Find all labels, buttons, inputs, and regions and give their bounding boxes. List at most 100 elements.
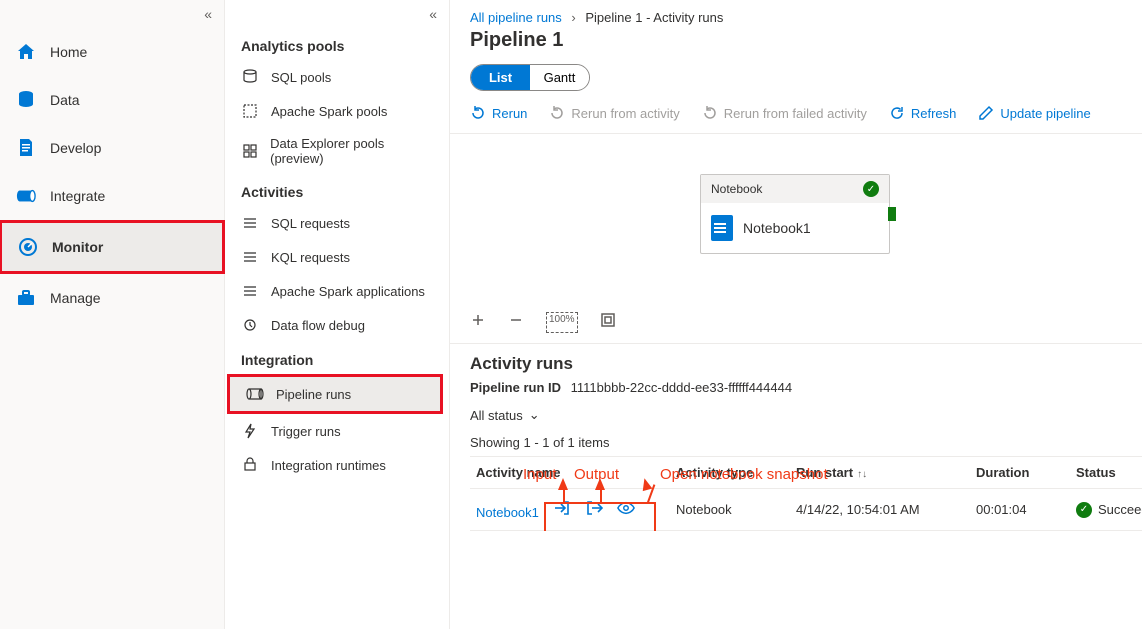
trigger-runs-icon bbox=[241, 422, 259, 440]
monitor-subpanel: « Analytics pools SQL pools Apache Spark… bbox=[225, 0, 450, 629]
document-icon bbox=[16, 138, 36, 158]
sub-item-integration-runtimes[interactable]: Integration runtimes bbox=[225, 448, 449, 482]
view-toggle: List Gantt bbox=[470, 64, 590, 91]
sub-item-sql-requests[interactable]: SQL requests bbox=[225, 206, 449, 240]
output-handle[interactable] bbox=[888, 207, 896, 221]
col-activity-type[interactable]: Activity type bbox=[670, 457, 790, 489]
sub-item-spark-apps[interactable]: Apache Spark applications bbox=[225, 274, 449, 308]
sub-item-label: KQL requests bbox=[271, 250, 350, 265]
activity-node-header: Notebook ✓ bbox=[701, 175, 889, 203]
pipeline-canvas[interactable]: Notebook ✓ Notebook1 100% bbox=[450, 134, 1142, 344]
home-icon bbox=[16, 42, 36, 62]
subpanel-heading: Analytics pools bbox=[225, 28, 449, 60]
col-run-start[interactable]: Run start↑↓ bbox=[790, 457, 970, 489]
breadcrumb: All pipeline runs › Pipeline 1 - Activit… bbox=[450, 0, 1142, 25]
status-success-icon: ✓ bbox=[863, 181, 879, 197]
sub-item-pipeline-runs[interactable]: Pipeline runs bbox=[227, 374, 443, 414]
activity-name-link[interactable]: Notebook1 bbox=[476, 505, 539, 520]
nav-item-develop[interactable]: Develop bbox=[0, 124, 224, 172]
nav-item-data[interactable]: Data bbox=[0, 76, 224, 124]
nav-label: Home bbox=[50, 44, 87, 60]
breadcrumb-root[interactable]: All pipeline runs bbox=[470, 10, 562, 25]
activity-runs-table: Activity name Activity type Run start↑↓ … bbox=[470, 456, 1142, 531]
pipeline-runs-icon bbox=[246, 385, 264, 403]
toolbar: Rerun Rerun from activity Rerun from fai… bbox=[450, 99, 1142, 134]
status-filter-dropdown[interactable]: All status ⌄ bbox=[470, 407, 540, 423]
toolbar-label: Refresh bbox=[911, 106, 957, 121]
sub-item-label: Pipeline runs bbox=[276, 387, 351, 402]
refresh-icon bbox=[889, 105, 905, 121]
toolbar-label: Update pipeline bbox=[1000, 106, 1090, 121]
col-duration[interactable]: Duration bbox=[970, 457, 1070, 489]
toolbar-label: Rerun from failed activity bbox=[724, 106, 867, 121]
toolbar-label: Rerun bbox=[492, 106, 527, 121]
runid-label: Pipeline run ID bbox=[470, 380, 561, 395]
chevron-down-icon: ⌄ bbox=[529, 407, 540, 423]
sub-item-label: Apache Spark applications bbox=[271, 284, 425, 299]
breadcrumb-current: Pipeline 1 - Activity runs bbox=[585, 10, 723, 25]
spark-pools-icon bbox=[241, 102, 259, 120]
rerun-activity-icon bbox=[549, 105, 565, 121]
page-title: Pipeline 1 bbox=[450, 25, 1142, 62]
nav-item-home[interactable]: Home bbox=[0, 28, 224, 76]
activity-node-notebook[interactable]: Notebook ✓ Notebook1 bbox=[700, 174, 890, 254]
sub-item-trigger-runs[interactable]: Trigger runs bbox=[225, 414, 449, 448]
subpanel-collapse-button[interactable]: « bbox=[417, 0, 449, 28]
status-success-icon: ✓ bbox=[1076, 502, 1092, 518]
rerun-failed-button: Rerun from failed activity bbox=[702, 105, 867, 121]
activity-runs-title: Activity runs bbox=[470, 354, 1122, 374]
activity-name-label: Notebook1 bbox=[743, 220, 811, 236]
sub-item-dataflow-debug[interactable]: Data flow debug bbox=[225, 308, 449, 342]
sort-icon: ↑↓ bbox=[857, 469, 867, 480]
nav-label: Integrate bbox=[50, 188, 105, 204]
view-toggle-gantt[interactable]: Gantt bbox=[530, 65, 589, 90]
snapshot-icon[interactable] bbox=[617, 499, 635, 517]
cell-activity-type: Notebook bbox=[670, 489, 790, 531]
sub-item-data-explorer-pools[interactable]: Data Explorer pools (preview) bbox=[225, 128, 449, 174]
sub-item-label: Data Explorer pools (preview) bbox=[270, 136, 433, 166]
status-label: Succeeded bbox=[1098, 502, 1142, 517]
update-pipeline-button[interactable]: Update pipeline bbox=[978, 105, 1090, 121]
nav-item-manage[interactable]: Manage bbox=[0, 274, 224, 322]
sub-item-label: Trigger runs bbox=[271, 424, 341, 439]
rerun-button[interactable]: Rerun bbox=[470, 105, 527, 121]
nav-item-monitor[interactable]: Monitor bbox=[0, 220, 225, 274]
result-count: Showing 1 - 1 of 1 items bbox=[470, 435, 1122, 450]
sql-pools-icon bbox=[241, 68, 259, 86]
zoom-in-button[interactable] bbox=[470, 312, 486, 333]
zoom-out-button[interactable] bbox=[508, 312, 524, 333]
nav-label: Develop bbox=[50, 140, 101, 156]
col-status[interactable]: Status bbox=[1070, 457, 1142, 489]
toolbar-label: Rerun from activity bbox=[571, 106, 679, 121]
row-action-icons bbox=[553, 499, 635, 517]
nav-item-integrate[interactable]: Integrate bbox=[0, 172, 224, 220]
refresh-button[interactable]: Refresh bbox=[889, 105, 957, 121]
rerun-failed-icon bbox=[702, 105, 718, 121]
database-icon bbox=[16, 90, 36, 110]
monitor-icon bbox=[18, 237, 38, 257]
nav-collapse-button[interactable]: « bbox=[192, 0, 224, 28]
sub-item-kql-requests[interactable]: KQL requests bbox=[225, 240, 449, 274]
dataflow-debug-icon bbox=[241, 316, 259, 334]
activity-node-body: Notebook1 bbox=[701, 203, 889, 253]
data-explorer-icon bbox=[241, 142, 258, 160]
spark-apps-icon bbox=[241, 282, 259, 300]
cell-duration: 00:01:04 bbox=[970, 489, 1070, 531]
sub-item-label: Integration runtimes bbox=[271, 458, 386, 473]
sub-item-spark-pools[interactable]: Apache Spark pools bbox=[225, 94, 449, 128]
zoom-reset-button[interactable]: 100% bbox=[546, 312, 578, 333]
zoom-fit-button[interactable] bbox=[600, 312, 616, 333]
rerun-activity-button: Rerun from activity bbox=[549, 105, 679, 121]
nav-label: Manage bbox=[50, 290, 101, 306]
breadcrumb-separator: › bbox=[571, 10, 575, 25]
sub-item-sql-pools[interactable]: SQL pools bbox=[225, 60, 449, 94]
pipeline-run-id: Pipeline run ID 1111bbbb-22cc-dddd-ee33-… bbox=[470, 380, 1122, 395]
nav-label: Monitor bbox=[52, 239, 103, 255]
sub-item-label: Data flow debug bbox=[271, 318, 365, 333]
kql-requests-icon bbox=[241, 248, 259, 266]
edit-icon bbox=[978, 105, 994, 121]
view-toggle-list[interactable]: List bbox=[471, 65, 530, 90]
pipeline-icon bbox=[16, 186, 36, 206]
table-header-row: Activity name Activity type Run start↑↓ … bbox=[470, 457, 1142, 489]
subpanel-heading: Activities bbox=[225, 174, 449, 206]
